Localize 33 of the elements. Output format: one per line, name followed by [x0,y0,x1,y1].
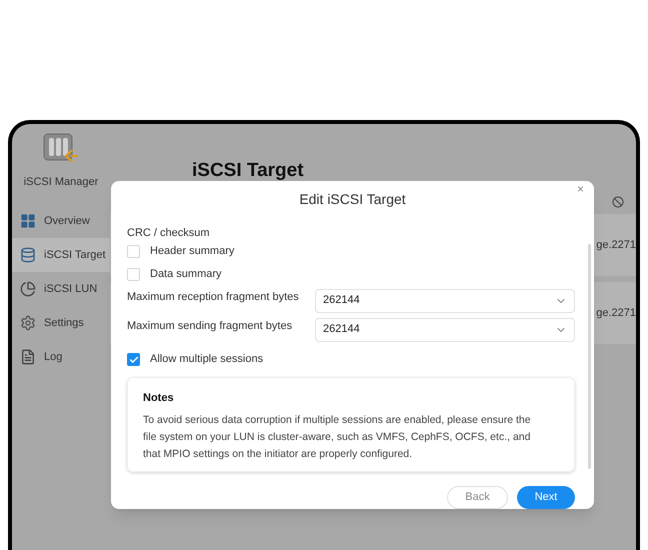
field-label: Maximum sending fragment bytes [127,318,294,334]
checkbox[interactable] [127,244,140,258]
select-field[interactable]: 262144 [315,318,575,342]
close-button[interactable]: × [576,183,584,195]
checkbox-label: Data summary [150,266,222,282]
scrollbar[interactable] [588,244,590,468]
dialog-title: Edit iSCSI Target [299,190,406,209]
sidebar-item[interactable]: Settings [12,306,110,340]
document-icon [20,349,36,365]
page-title: iSCSI Target [192,159,305,183]
pie-chart-icon [20,281,36,297]
notes-title: Notes [143,390,175,406]
select-field[interactable]: 262144 [315,288,575,312]
sidebar-item[interactable]: Log [12,340,110,374]
checkbox[interactable] [127,353,140,366]
table-cell-text: ge.2271 [596,238,636,253]
field-label: Maximum reception fragment bytes [127,290,300,304]
notes-text: To avoid serious data corruption if multiple sessions are enabled, please ensure the file system on your LUN is cluster-aware, such as VMFS, CephFS, OCFS, etc., and that MPIO settings on the initiator are properly configured. [143,413,532,462]
checkbox[interactable] [127,268,140,280]
database-icon [20,247,36,263]
checkbox-label: Header summary [150,244,234,259]
sidebar-item[interactable]: iSCSI LUN [12,272,110,306]
next-button[interactable]: Next [517,486,575,509]
section-label: CRC / checksum [127,226,211,240]
grid-icon [20,213,36,229]
settings-icon [20,315,36,331]
table-cell-text: ge.2271 [596,306,636,321]
disabled-icon [612,196,624,208]
sidebar-item[interactable]: Overview [12,204,110,238]
app-name: iSCSI Manager [24,175,98,190]
back-button[interactable]: Back [447,486,508,509]
sidebar-item[interactable]: iSCSI Target [12,238,110,272]
checkbox-label: Allow multiple sessions [150,352,264,368]
